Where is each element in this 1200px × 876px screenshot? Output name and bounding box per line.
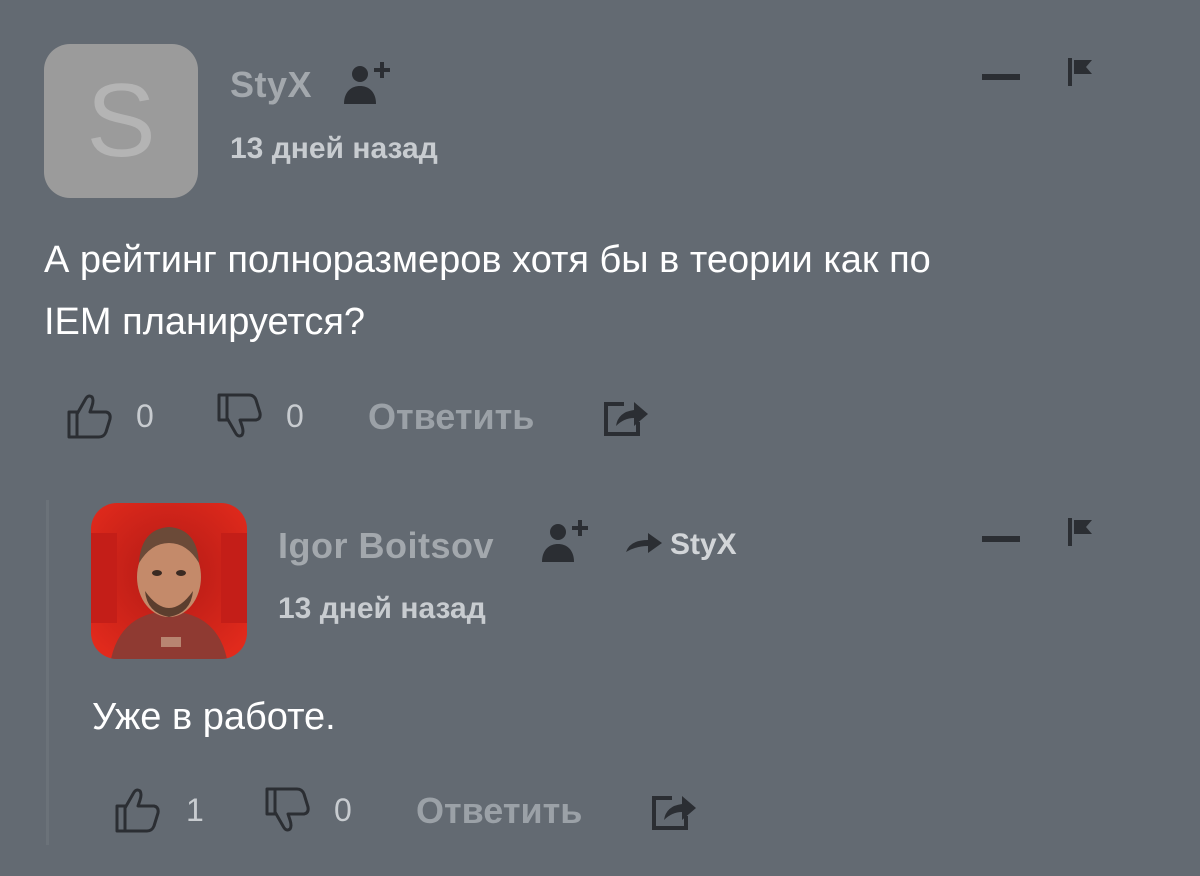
collapse-icon[interactable] [982,72,1022,82]
thumbs-down-icon[interactable] [264,786,312,834]
collapse-icon[interactable] [982,534,1022,544]
reply-button[interactable]: Ответить [416,790,582,832]
flag-icon[interactable] [1066,56,1096,88]
comment-author[interactable]: StyX [230,64,312,106]
dislike-count: 0 [286,398,304,434]
comment-time: 13 дней назад [278,592,486,625]
add-friend-icon[interactable] [538,516,594,564]
comment-text-line: IEM планируется? [44,301,366,343]
avatar-letter: S [86,62,156,179]
share-icon[interactable] [602,396,650,438]
add-friend-icon[interactable] [340,58,396,106]
avatar[interactable] [91,503,247,659]
like-count: 0 [136,398,154,434]
reply-arrow-icon [626,533,662,553]
thumbs-up-icon[interactable] [66,392,114,440]
avatar[interactable]: S [44,44,198,198]
thumbs-down-icon[interactable] [216,392,264,440]
flag-icon[interactable] [1066,516,1096,548]
like-count: 1 [186,792,204,828]
reply-thread-line [46,500,49,845]
comment-text: Уже в работе. [92,696,336,738]
comment-author[interactable]: Igor Boitsov [278,525,494,567]
reply-to-author[interactable]: StyX [670,528,737,562]
comment-text-line: А рейтинг полноразмеров хотя бы в теории… [44,239,931,281]
reply-button[interactable]: Ответить [368,396,534,438]
comment-time: 13 дней назад [230,132,438,165]
avatar-photo [91,503,247,659]
thumbs-up-icon[interactable] [114,786,162,834]
dislike-count: 0 [334,792,352,828]
share-icon[interactable] [650,790,698,832]
